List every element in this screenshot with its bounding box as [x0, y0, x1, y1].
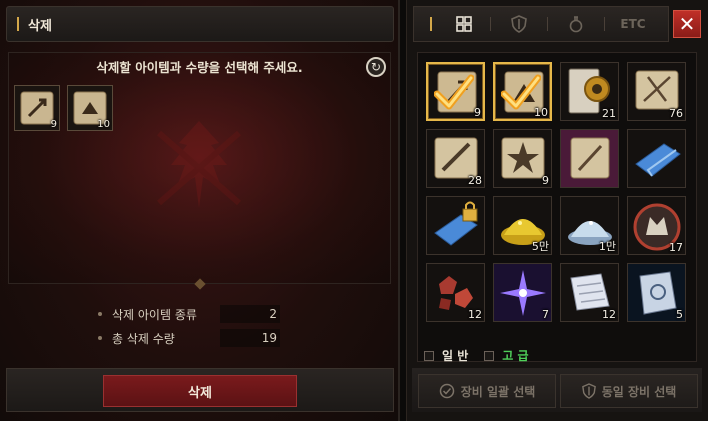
- select-same-label: 동일 장비 선택: [601, 384, 677, 399]
- item-count: 1만: [598, 240, 616, 253]
- kinds-label: 삭제 아이템 종류: [112, 307, 197, 322]
- etc-label: ETC: [620, 17, 646, 31]
- inventory-slot[interactable]: 12: [426, 263, 485, 322]
- reset-icon[interactable]: ↻: [366, 57, 386, 77]
- filter-normal[interactable]: 일 반: [424, 347, 468, 364]
- delete-action-bar: 삭제: [6, 368, 394, 412]
- item-count: 12: [468, 308, 482, 321]
- item-count: 10: [534, 106, 548, 119]
- inventory-slot[interactable]: 10: [493, 62, 552, 121]
- inventory-slot[interactable]: 12: [560, 263, 619, 322]
- inventory-slot[interactable]: 17: [627, 196, 686, 255]
- total-value: 19: [220, 329, 280, 347]
- inventory-slot[interactable]: [426, 196, 485, 255]
- inventory-slot[interactable]: 9: [493, 129, 552, 188]
- summary-kinds-row: 삭제 아이템 종류 2: [98, 303, 288, 325]
- filter-checkbox[interactable]: [424, 350, 434, 361]
- item-count: 12: [602, 308, 616, 321]
- filter-normal-label: 일 반: [442, 349, 469, 363]
- item-count: 9: [50, 119, 57, 130]
- inventory-action-bar: 장비 일괄 선택 동일 장비 선택: [412, 368, 702, 412]
- checkmark-icon: [434, 74, 474, 110]
- filter-checkbox[interactable]: [484, 350, 495, 361]
- item-count: 21: [602, 107, 616, 120]
- filter-advanced-label: 고 급: [502, 349, 529, 363]
- check-circle-icon: [439, 383, 454, 399]
- total-label: 총 삭제 수량: [112, 331, 175, 346]
- title-accent: [17, 17, 19, 31]
- inventory-slot[interactable]: 1만: [560, 196, 619, 255]
- bullet: [98, 312, 102, 316]
- close-button[interactable]: ✕: [673, 10, 701, 38]
- kinds-value: 2: [220, 305, 280, 323]
- item-count: 5만: [531, 240, 549, 253]
- inventory-slot[interactable]: 28: [426, 129, 485, 188]
- inventory-slot[interactable]: 9: [426, 62, 485, 121]
- grade-filters: 일 반 고 급: [424, 347, 545, 364]
- delete-panel: 삭제 삭제할 아이템과 수량을 선택해 주세요. ↻ 9 10 삭제 아이템 종…: [0, 0, 400, 421]
- locked-blue-cloth-icon: [434, 201, 478, 246]
- inventory-slot[interactable]: [627, 129, 686, 188]
- tab-consumable[interactable]: [548, 7, 604, 41]
- inventory-slot[interactable]: 7: [493, 263, 552, 322]
- inventory-grid: 9 10 21 76 28 9 5만 1만 17 12 7 12 5: [426, 62, 686, 322]
- selected-slot[interactable]: 9: [14, 85, 60, 131]
- potion-icon: [569, 16, 583, 33]
- grid-icon: [456, 16, 472, 32]
- summary-total-row: 총 삭제 수량 19: [98, 327, 288, 349]
- item-count: 7: [542, 308, 549, 321]
- shield-icon: [581, 383, 596, 399]
- instruction-text: 삭제할 아이템과 수량을 선택해 주세요.: [96, 60, 303, 75]
- inventory-slot[interactable]: [560, 129, 619, 188]
- inventory-slot[interactable]: 5만: [493, 196, 552, 255]
- filter-advanced[interactable]: 고 급: [484, 347, 529, 364]
- select-all-label: 장비 일괄 선택: [460, 384, 536, 399]
- delete-summary: 삭제 아이템 종류 2 총 삭제 수량 19: [98, 303, 288, 351]
- item-count: 9: [542, 174, 549, 187]
- tab-indicator: [424, 7, 438, 41]
- bullet: [98, 336, 102, 340]
- scroll-purple-icon: [561, 130, 618, 187]
- item-count: 76: [669, 107, 683, 120]
- selected-slot[interactable]: 10: [67, 85, 113, 131]
- tab-equipment[interactable]: [491, 7, 547, 41]
- inventory-slot[interactable]: 21: [560, 62, 619, 121]
- active-tab-bar: [430, 17, 432, 31]
- tab-etc[interactable]: ETC: [605, 7, 661, 41]
- delete-work-area: 삭제할 아이템과 수량을 선택해 주세요. ↻ 9 10: [8, 52, 391, 284]
- item-count: 28: [468, 174, 482, 187]
- inventory-tabs: ETC: [413, 6, 669, 42]
- emblem-watermark-icon: [157, 121, 241, 208]
- select-all-equipment-button[interactable]: 장비 일괄 선택: [418, 374, 556, 408]
- select-same-equipment-button[interactable]: 동일 장비 선택: [560, 374, 698, 408]
- panel-title-bar: 삭제: [6, 6, 394, 42]
- inventory-slot[interactable]: 76: [627, 62, 686, 121]
- item-count: 10: [97, 119, 110, 130]
- delete-button[interactable]: 삭제: [103, 375, 297, 407]
- item-count: 9: [474, 106, 481, 119]
- panel-title: 삭제: [28, 18, 52, 34]
- selected-items: 9 10: [14, 85, 113, 131]
- shield-icon: [511, 15, 527, 33]
- tab-all[interactable]: [438, 7, 490, 41]
- inventory-slot[interactable]: 5: [627, 263, 686, 322]
- item-count: 5: [676, 308, 683, 321]
- inventory-grid-frame: 9 10 21 76 28 9 5만 1만 17 12 7 12 5: [417, 52, 697, 362]
- item-count: 17: [669, 241, 683, 254]
- blue-cloth-icon: [635, 143, 681, 177]
